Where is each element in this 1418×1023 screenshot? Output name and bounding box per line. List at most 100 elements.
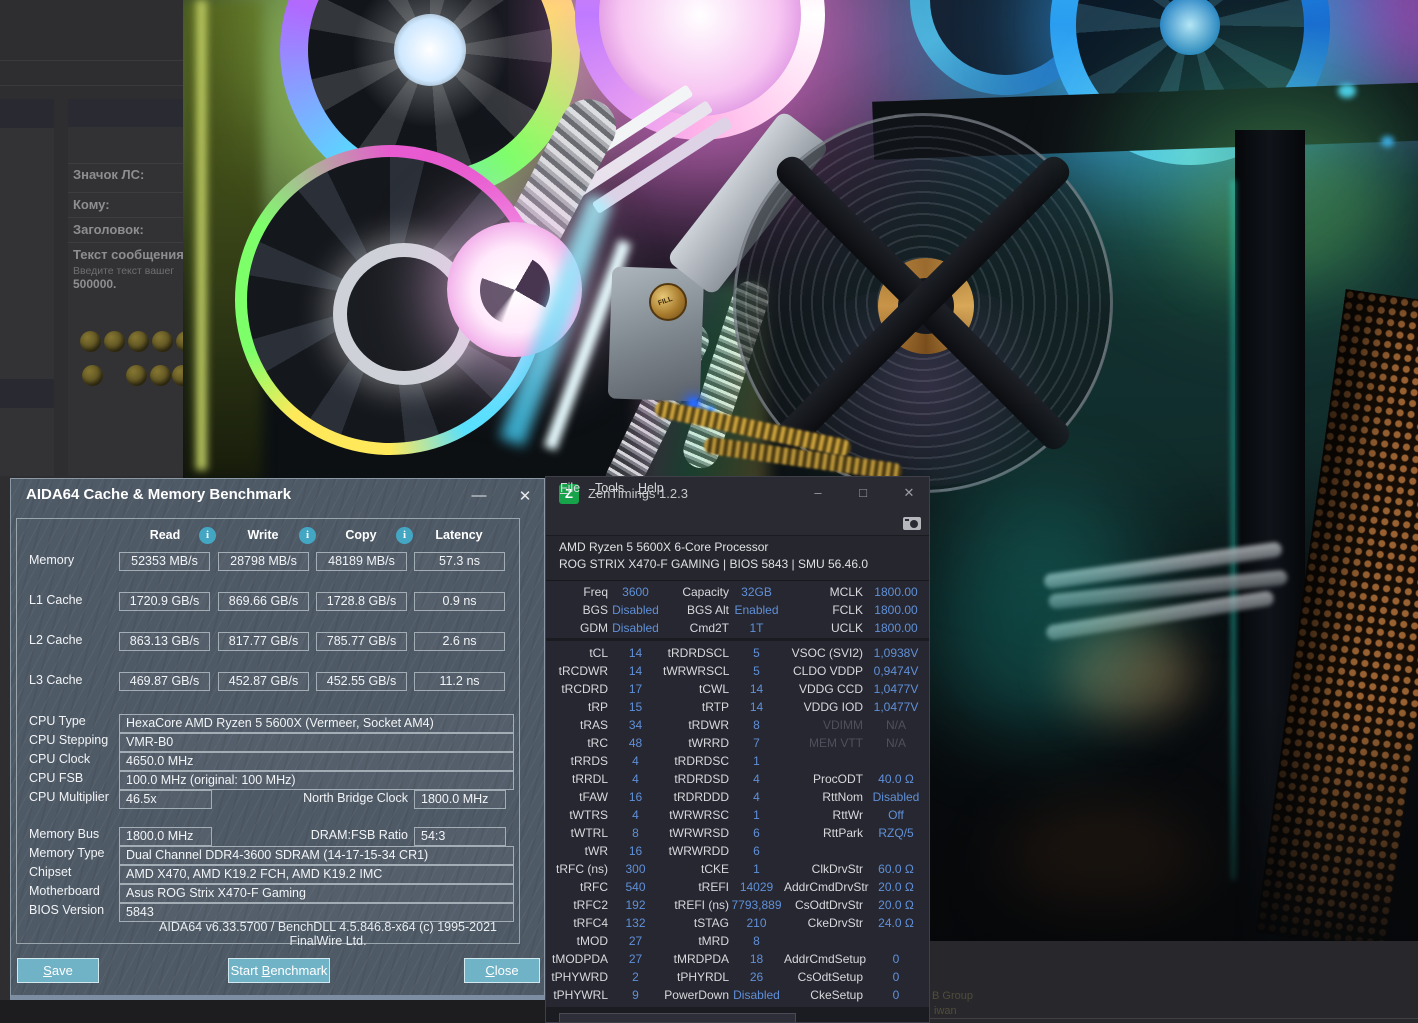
photo-foreground	[196, 0, 207, 470]
cable	[1047, 569, 1289, 610]
minimize-button[interactable]: –	[808, 485, 828, 500]
case-fan	[1050, 0, 1330, 165]
smiley-icon[interactable]	[172, 365, 183, 386]
timing-value: 16	[628, 790, 643, 804]
cooler-bracket	[665, 109, 831, 297]
voltage-label: VDDG IOD	[803, 700, 863, 714]
menu-bar	[546, 511, 929, 536]
voltage-value: 1,0938V	[873, 646, 919, 660]
info-row: Memory Type Dual Channel DDR4-3600 SDRAM…	[11, 845, 520, 865]
benchmark-row: L3 Cache 469.87 GB/s 452.87 GB/s 452.55 …	[11, 662, 520, 702]
info-value-box: Asus ROG Strix X470-F Gaming	[119, 884, 514, 903]
form-header	[68, 99, 183, 127]
timing-value: 4	[632, 772, 639, 786]
minimize-button[interactable]: —	[468, 487, 490, 504]
param-value: Disabled	[612, 621, 659, 635]
timing-row: tFAW 16 tRDRDDD 4 RttNom Disabled	[546, 788, 929, 806]
cable	[1043, 541, 1283, 590]
write-value-box: 452.87 GB/s	[218, 672, 309, 691]
fill-cap: FILL	[649, 283, 687, 321]
divider	[68, 217, 183, 218]
smiley-icon[interactable]	[150, 365, 171, 386]
save-button[interactable]: Save	[17, 958, 99, 983]
photo-glow	[883, 0, 1343, 190]
case-frame	[1235, 130, 1305, 941]
timing-value: 1	[753, 808, 760, 822]
menu-tools[interactable]: Tools	[595, 481, 624, 495]
smiley-icon[interactable]	[104, 331, 125, 352]
screenshot-camera-icon[interactable]	[903, 517, 921, 530]
copy-value-box: 785.77 GB/s	[316, 632, 407, 651]
info-value-box: 4650.0 MHz	[119, 752, 514, 771]
timing-value: 18	[749, 952, 764, 966]
timing-label: tRFC	[580, 880, 608, 894]
pump-plate	[607, 266, 705, 402]
timing-label: tRDRDSCL	[667, 646, 729, 660]
menu-file[interactable]: File	[560, 481, 580, 495]
voltage-value: N/A	[885, 718, 906, 732]
close-button[interactable]: ✕	[514, 487, 536, 505]
timing-row: tWR 16 tWRWRDD 6	[546, 842, 929, 860]
param-value: 1800.00	[874, 603, 918, 617]
ram-slots	[552, 79, 744, 247]
param-value: 1800.00	[874, 621, 918, 635]
timing-value: 5	[753, 664, 760, 678]
maximize-button[interactable]: □	[853, 485, 873, 500]
smiley-icon[interactable]	[176, 331, 183, 352]
smiley-icon[interactable]	[82, 365, 103, 386]
row-label: L3 Cache	[29, 673, 83, 687]
timing-label: tRC	[587, 736, 608, 750]
timing-row: tRFC2 192 tREFI (ns) 7793,889 CsOdtDrvSt…	[546, 896, 929, 914]
copy-value-box: 1728.8 GB/s	[316, 592, 407, 611]
timing-row: tRAS 34 tRDWR 8 VDIMM N/A	[546, 716, 929, 734]
smiley-icon[interactable]	[152, 331, 173, 352]
timing-value: 34	[628, 718, 643, 732]
cpu-name: AMD Ryzen 5 5600X 6-Core Processor	[559, 540, 769, 554]
row-label: Motherboard	[29, 884, 100, 898]
voltage-label: VDIMM	[823, 718, 863, 732]
voltage-value: 24.0 Ω	[878, 916, 914, 930]
close-button[interactable]: Close	[464, 958, 540, 983]
timing-value: 17	[628, 682, 643, 696]
timing-value: 14	[628, 664, 643, 678]
param-value: 32GB	[741, 585, 772, 599]
timing-value: 9	[632, 988, 639, 1002]
smiley-icon[interactable]	[128, 331, 149, 352]
board-bios-smu: ROG STRIX X470-F GAMING | BIOS 5843 | SM…	[559, 557, 869, 571]
timing-row: tPHYWRL 9 PowerDown Disabled CkeSetup 0	[546, 986, 929, 1004]
photo-glow	[1183, 120, 1383, 280]
divider	[68, 192, 183, 193]
timing-value: 4	[632, 754, 639, 768]
photo-glow	[1063, 625, 1193, 720]
timing-value: 300	[625, 862, 646, 876]
row-label: Memory Type	[29, 846, 105, 860]
timing-label: tPHYRDL	[676, 970, 729, 984]
param-label: FCLK	[832, 603, 863, 617]
smiley-icon[interactable]	[80, 331, 101, 352]
timing-label: tCWL	[699, 682, 729, 696]
divider	[0, 60, 183, 61]
smiley-icon[interactable]	[126, 365, 147, 386]
row-label: BIOS Version	[29, 903, 105, 917]
timing-value: 16	[628, 844, 643, 858]
info-value-box: Dual Channel DDR4-3600 SDRAM (14-17-15-3…	[119, 846, 514, 865]
case-fan	[280, 0, 580, 200]
info-row: CPU Clock 4650.0 MHz	[11, 751, 520, 771]
timing-label: tWR	[584, 844, 608, 858]
timing-label: tRCDWR	[558, 664, 608, 678]
menu-help[interactable]: Help	[638, 481, 664, 495]
start-benchmark-button[interactable]: Start Benchmark	[228, 958, 330, 983]
photo-glow	[1103, 30, 1418, 310]
param-value: Disabled	[612, 603, 659, 617]
message-hint: Введите текст вашег	[73, 265, 175, 277]
voltage-value: 60.0 Ω	[878, 862, 914, 876]
voltage-value: 0	[892, 970, 900, 984]
close-button[interactable]: ✕	[899, 485, 919, 501]
nb-clock-value-box: 1800.0 MHz	[414, 790, 506, 809]
timing-value: 540	[625, 880, 646, 894]
voltage-value: 40.0 Ω	[878, 772, 914, 786]
voltage-label: ClkDrvStr	[811, 862, 863, 876]
column-header-copy: Copy	[345, 528, 377, 542]
timing-value: 8	[632, 826, 639, 840]
timing-value: 8	[753, 934, 760, 948]
